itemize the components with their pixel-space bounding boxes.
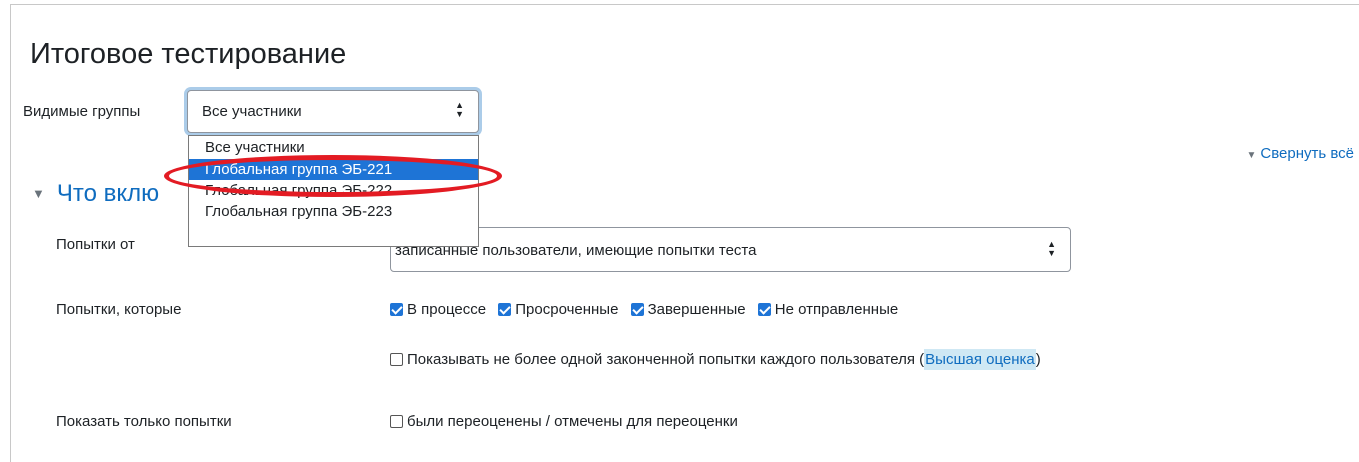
checkbox-checked-icon xyxy=(390,303,403,316)
one-attempt-close-paren: ) xyxy=(1035,351,1041,368)
visible-groups-dropdown: Все участники Глобальная группа ЭБ-221 Г… xyxy=(188,135,479,247)
checkbox-checked-icon xyxy=(498,303,512,316)
checkbox-checked-icon xyxy=(757,303,771,316)
attempts-from-select[interactable]: записанные пользователи, имеющие попытки… xyxy=(390,227,1071,272)
section-header[interactable]: ▼ Что вклю xyxy=(32,180,159,208)
dropdown-option-eb-222[interactable]: Глобальная группа ЭБ-222 xyxy=(189,180,478,201)
caret-down-icon: ▼ xyxy=(1246,150,1257,161)
checkbox-label: Просроченные xyxy=(515,301,619,318)
checkbox-finished[interactable]: Завершенные xyxy=(630,301,746,318)
visible-groups-select[interactable]: Все участники ▲ ▼ xyxy=(187,90,479,133)
attempts-that-label: Попытки, которые xyxy=(56,301,182,318)
page-title: Итоговое тестирование xyxy=(30,38,347,70)
checkbox-never-submitted[interactable]: Не отправленные xyxy=(757,301,899,318)
collapse-all-link[interactable]: ▼ Свернуть всё xyxy=(1246,145,1354,162)
regraded-row[interactable]: были переоценены / отмечены для переоцен… xyxy=(390,413,738,430)
section-title: Что вклю xyxy=(56,180,160,207)
dropdown-option-all[interactable]: Все участники xyxy=(189,136,478,159)
checkbox-label: В процессе xyxy=(407,301,487,318)
collapse-all-label: Свернуть всё xyxy=(1260,145,1354,162)
checkbox-unchecked-icon xyxy=(390,353,403,366)
attempts-from-label: Попытки от xyxy=(56,236,135,253)
highest-grade-link[interactable]: Высшая оценка xyxy=(924,349,1036,370)
one-attempt-text: Показывать не более одной законченной по… xyxy=(407,351,925,368)
checkbox-in-progress[interactable]: В процессе xyxy=(390,301,486,318)
show-only-label: Показать только попытки xyxy=(56,413,232,430)
regraded-label: были переоценены / отмечены для переоцен… xyxy=(407,413,738,430)
checkbox-overdue[interactable]: Просроченные xyxy=(498,301,618,318)
visible-groups-label: Видимые группы xyxy=(23,103,141,120)
dropdown-option-eb-223[interactable]: Глобальная группа ЭБ-223 xyxy=(189,201,478,222)
select-arrows-icon: ▲ ▼ xyxy=(455,100,464,119)
one-attempt-row[interactable]: Показывать не более одной законченной по… xyxy=(390,349,1041,370)
checkbox-label: Завершенные xyxy=(647,301,746,318)
attempt-states-row: В процессе Просроченные Завершенные Не о… xyxy=(390,301,906,318)
dropdown-option-eb-221[interactable]: Глобальная группа ЭБ-221 xyxy=(189,159,478,180)
visible-groups-selected-value: Все участники xyxy=(202,103,302,120)
checkbox-checked-icon xyxy=(630,303,644,316)
checkbox-unchecked-icon xyxy=(390,415,403,428)
caret-down-icon: ▼ xyxy=(32,186,45,201)
select-arrows-icon: ▲ ▼ xyxy=(1047,239,1056,258)
checkbox-label: Не отправленные xyxy=(774,301,899,318)
